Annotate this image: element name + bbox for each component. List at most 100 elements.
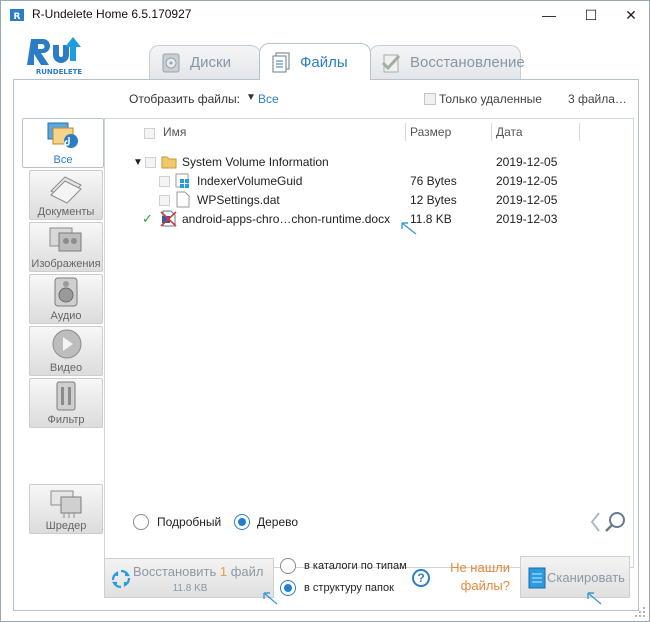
column-header-size[interactable]: Размер <box>410 125 451 139</box>
chevron-down-icon[interactable]: ▼ <box>246 92 256 103</box>
rundelete-logo: RUNDELETE <box>27 37 83 76</box>
search-icon[interactable] <box>589 509 629 535</box>
column-header-date[interactable]: Дата <box>496 125 523 139</box>
category-all[interactable]: Все <box>22 118 104 168</box>
row-name: System Volume Information <box>182 155 329 169</box>
row-date: 2019-12-05 <box>496 174 558 188</box>
restore-count: 1 <box>219 564 228 579</box>
restore-button-label: Восстановить 1 файл <box>133 564 263 579</box>
category-images[interactable]: Изображения <box>29 222 103 272</box>
row-date: 2019-12-05 <box>496 155 558 169</box>
row-check-icon[interactable]: ✓ <box>142 211 153 227</box>
category-documents[interactable]: Документы <box>29 170 103 220</box>
maximize-icon: ☐ <box>584 6 598 23</box>
category-label: Шредер <box>45 520 87 532</box>
not-found-link[interactable]: Не нашли файлы? <box>440 559 510 595</box>
category-label: Видео <box>49 362 83 374</box>
only-deleted-checkbox[interactable] <box>424 93 436 105</box>
minimize-icon: — <box>542 7 556 23</box>
file-tree: Имя Размер Дата ▼ System Volume Informat… <box>104 118 634 568</box>
column-separator[interactable] <box>491 123 492 141</box>
title-bar[interactable]: R R-Undelete Home 6.5.170927 — ☐ ✕ <box>1 1 649 29</box>
close-icon: ✕ <box>625 6 637 23</box>
help-icon[interactable]: ? <box>412 569 430 587</box>
app-window: R R-Undelete Home 6.5.170927 — ☐ ✕ RUNDE… <box>0 0 650 622</box>
svg-text:R: R <box>14 12 21 22</box>
category-shredder[interactable]: Шредер <box>29 484 103 534</box>
documents-icon <box>50 176 82 204</box>
video-icon <box>52 329 82 359</box>
row-checkbox[interactable] <box>145 157 156 168</box>
shredder-icon <box>50 490 82 518</box>
tab-restore[interactable]: Восстановление <box>369 45 525 79</box>
category-label: Аудио <box>50 310 82 322</box>
category-label: Документы <box>37 206 95 218</box>
row-checkbox[interactable] <box>159 176 170 187</box>
file-icon <box>176 191 190 208</box>
scan-icon <box>528 567 546 589</box>
category-label: Фильтр <box>47 414 85 426</box>
tab-disks[interactable]: Диски <box>149 45 261 79</box>
row-date: 2019-12-03 <box>496 212 558 226</box>
system-file-icon <box>175 173 189 188</box>
disk-icon <box>162 53 180 72</box>
column-separator[interactable] <box>579 123 580 141</box>
category-filter[interactable]: Фильтр <box>29 378 103 428</box>
restore-check-icon <box>381 54 401 72</box>
restore-suffix: файл <box>227 564 264 579</box>
category-label: Изображения <box>31 258 101 270</box>
annotation-arrow-icon <box>263 592 278 605</box>
category-label: Все <box>53 154 73 166</box>
row-name: IndexerVolumeGuid <box>197 174 303 188</box>
restore-by-type-radio[interactable] <box>280 558 296 574</box>
restore-folder-structure-label[interactable]: в структуру папок <box>304 582 394 594</box>
row-name: android-apps-chro…chon-runtime.docx <box>182 212 391 226</box>
category-audio[interactable]: Аудио <box>29 274 103 324</box>
filter-label: Отобразить файлы: <box>129 92 240 106</box>
scan-button-label: Сканировать <box>547 570 625 585</box>
logo-text: RUNDELETE <box>36 68 83 76</box>
view-mode-detailed-label[interactable]: Подробный <box>157 515 221 529</box>
files-panel: Отобразить файлы: ▼ Все Только удаленные… <box>13 79 639 611</box>
row-date: 2019-12-05 <box>496 193 558 207</box>
restore-by-type-label[interactable]: в каталоги по типам <box>304 560 407 572</box>
window-title: R-Undelete Home 6.5.170927 <box>32 7 192 21</box>
row-size: 76 Bytes <box>410 174 457 188</box>
view-mode-tree-radio[interactable] <box>234 514 250 530</box>
column-separator[interactable] <box>405 123 406 141</box>
app-icon: R <box>10 9 24 22</box>
view-mode-tree-label[interactable]: Дерево <box>257 515 298 529</box>
audio-icon <box>54 277 78 307</box>
view-mode-detailed-radio[interactable] <box>133 514 149 530</box>
images-icon <box>49 227 82 252</box>
column-header-name[interactable]: Имя <box>163 125 186 139</box>
scan-button[interactable]: Сканировать <box>520 556 630 598</box>
all-files-icon <box>47 122 78 148</box>
restore-folder-structure-radio[interactable] <box>280 580 296 596</box>
expand-icon[interactable]: ▼ <box>133 157 143 168</box>
file-count: 3 файла… <box>568 92 627 106</box>
category-video[interactable]: Видео <box>29 326 103 376</box>
row-name: WPSettings.dat <box>197 193 280 207</box>
restore-size: 11.8 KB <box>172 583 208 594</box>
row-checkbox[interactable] <box>159 195 170 206</box>
only-deleted-label[interactable]: Только удаленные <box>439 92 542 106</box>
close-button[interactable]: ✕ <box>611 1 649 29</box>
tab-label: Диски <box>190 54 231 71</box>
row-size: 12 Bytes <box>410 193 457 207</box>
minimize-button[interactable]: — <box>529 1 569 29</box>
filter-icon <box>56 381 76 411</box>
not-found-line1: Не нашли <box>450 560 510 575</box>
annotation-arrow-icon <box>587 592 602 605</box>
tab-label: Восстановление <box>410 54 525 71</box>
restore-prefix: Восстановить <box>133 564 220 579</box>
select-all-checkbox[interactable] <box>144 128 155 139</box>
tab-files[interactable]: Файлы <box>259 43 371 80</box>
restore-button[interactable]: Восстановить 1 файл 11.8 KB <box>104 558 274 598</box>
folder-icon <box>161 156 177 169</box>
files-icon <box>272 52 290 73</box>
not-found-line2: файлы? <box>460 578 510 593</box>
tab-label: Файлы <box>300 53 348 71</box>
filter-dropdown[interactable]: Все <box>258 92 279 106</box>
maximize-button[interactable]: ☐ <box>571 1 611 29</box>
